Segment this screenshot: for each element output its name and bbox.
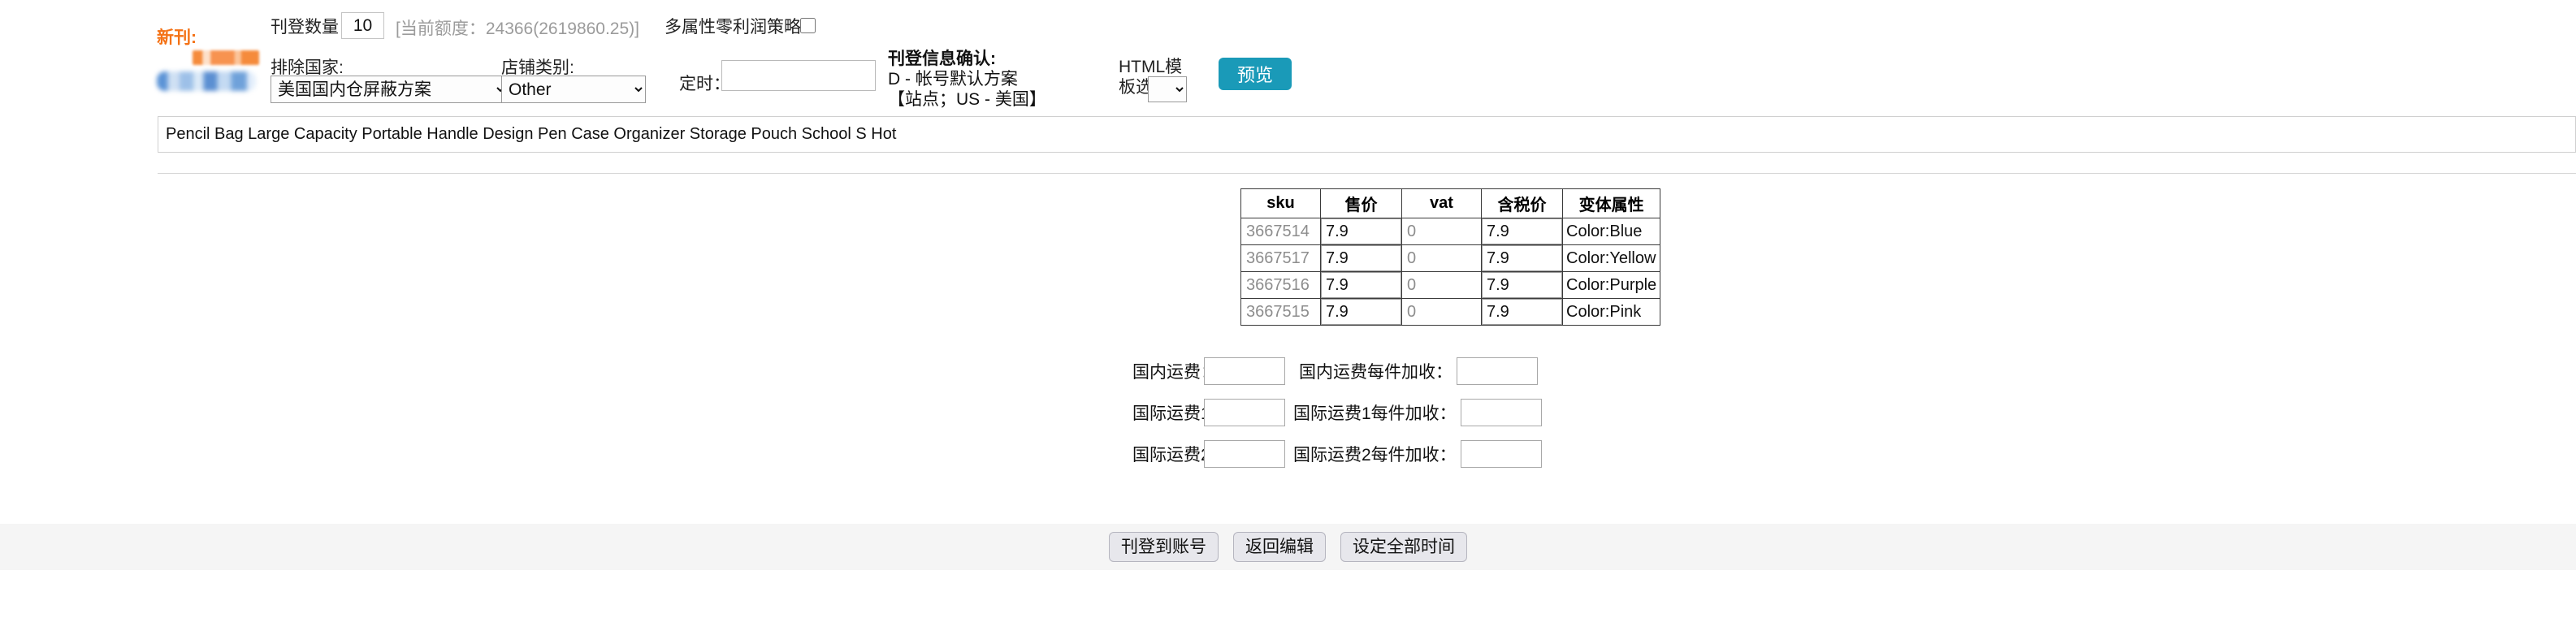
redacted-orange-bar xyxy=(193,50,259,65)
domestic-shipping-per-item-input[interactable] xyxy=(1457,357,1538,385)
variant-attr-text: Color:Yellow xyxy=(1566,248,1656,267)
international-shipping-1-row: 国际运费1： 国际运费1每件加收： xyxy=(1132,399,1542,426)
redacted-blue-badge xyxy=(157,71,256,91)
table-row: Color:Yellow xyxy=(1240,244,1661,272)
table-header-row: sku 售价 vat 含税价 变体属性 xyxy=(1240,188,1661,218)
international-shipping-1-per-item-label: 国际运费1每件加收： xyxy=(1293,404,1457,423)
cell-price[interactable] xyxy=(1320,298,1402,326)
price-input[interactable] xyxy=(1321,218,1401,244)
cell-variant-attr: Color:Pink xyxy=(1561,298,1661,326)
cell-tax-price[interactable] xyxy=(1481,244,1563,272)
cell-variant-attr: Color:Blue xyxy=(1561,218,1661,245)
tax-price-input[interactable] xyxy=(1482,299,1562,325)
exclude-country-select[interactable]: 美国国内仓屏蔽方案 xyxy=(271,76,508,103)
column-header-vat: vat xyxy=(1401,188,1482,218)
publish-info-confirm-block: 刊登信息确认: D - 帐号默认方案 【站点；US - 美国】 xyxy=(888,49,1091,110)
international-shipping-2-row: 国际运费2： 国际运费2每件加收： xyxy=(1132,440,1542,468)
product-title-input[interactable] xyxy=(158,116,2576,153)
cell-vat xyxy=(1401,244,1482,272)
publish-info-confirm-title: 刊登信息确认: xyxy=(888,50,996,68)
tax-price-input[interactable] xyxy=(1482,245,1562,271)
vat-value-input xyxy=(1402,272,1481,298)
cell-variant-attr: Color:Yellow xyxy=(1561,244,1661,272)
tax-price-input[interactable] xyxy=(1482,272,1562,298)
table-row: Color:Blue xyxy=(1240,218,1661,245)
cell-variant-attr: Color:Purple xyxy=(1561,271,1661,299)
cell-tax-price[interactable] xyxy=(1481,298,1563,326)
vat-value-input xyxy=(1402,299,1481,325)
footer-button-group: 刊登到账号 返回编辑 设定全部时间 xyxy=(0,524,2576,570)
domestic-shipping-input[interactable] xyxy=(1204,357,1285,385)
domestic-shipping-label: 国内运费： xyxy=(1132,363,1218,382)
set-all-time-button[interactable]: 设定全部时间 xyxy=(1340,531,1467,563)
table-row: Color:Purple xyxy=(1240,271,1661,299)
cell-tax-price[interactable] xyxy=(1481,271,1563,299)
column-header-price: 售价 xyxy=(1320,188,1402,218)
international-shipping-1-label: 国际运费1： xyxy=(1132,404,1227,423)
schedule-input[interactable] xyxy=(721,60,876,91)
multi-attribute-zero-profit-checkbox[interactable] xyxy=(800,18,816,33)
international-shipping-2-label: 国际运费2： xyxy=(1132,446,1227,465)
column-header-variant-attr: 变体属性 xyxy=(1561,188,1661,218)
variant-attr-text: Color:Purple xyxy=(1566,275,1657,294)
sku-value-input xyxy=(1241,299,1320,325)
multi-attribute-zero-profit-label: 多属性零利润策略 xyxy=(665,18,801,37)
international-shipping-2-per-item-label: 国际运费2每件加收： xyxy=(1293,446,1457,465)
sku-value-input xyxy=(1241,272,1320,298)
cell-price[interactable] xyxy=(1320,244,1402,272)
vat-value-input xyxy=(1402,245,1481,271)
cell-price[interactable] xyxy=(1320,218,1402,245)
cell-price[interactable] xyxy=(1320,271,1402,299)
price-input[interactable] xyxy=(1321,245,1401,271)
column-header-sku: sku xyxy=(1240,188,1321,218)
domestic-shipping-row: 国内运费： 国内运费每件加收： xyxy=(1132,357,1538,385)
shop-type-select[interactable]: Other xyxy=(501,76,646,103)
price-input[interactable] xyxy=(1321,299,1401,325)
current-quota-text: [当前额度：24366(2619860.25)] xyxy=(396,19,639,38)
table-row: Color:Pink xyxy=(1240,298,1661,326)
variant-attr-text: Color:Pink xyxy=(1566,302,1642,321)
column-header-tax-price: 含税价 xyxy=(1481,188,1563,218)
sku-price-table: sku 售价 vat 含税价 变体属性 Color:Blue Color:Yel… xyxy=(1240,188,1661,326)
cell-vat xyxy=(1401,298,1482,326)
international-shipping-2-input[interactable] xyxy=(1204,440,1285,468)
sku-value-input xyxy=(1241,245,1320,271)
cell-sku xyxy=(1240,218,1321,245)
publish-info-confirm-site: 【站点；US - 美国】 xyxy=(888,90,1046,109)
publish-quantity-input[interactable] xyxy=(341,12,384,39)
sku-value-input xyxy=(1241,218,1320,244)
domestic-shipping-per-item-label: 国内运费每件加收： xyxy=(1299,363,1453,382)
cell-sku xyxy=(1240,298,1321,326)
new-publish-label: 新刊: xyxy=(157,28,197,47)
preview-button[interactable]: 预览 xyxy=(1219,58,1292,90)
section-divider xyxy=(158,173,2576,174)
variant-attr-text: Color:Blue xyxy=(1566,222,1643,240)
cell-tax-price[interactable] xyxy=(1481,218,1563,245)
international-shipping-2-per-item-input[interactable] xyxy=(1460,440,1542,468)
price-input[interactable] xyxy=(1321,272,1401,298)
publish-info-confirm-scheme: D - 帐号默认方案 xyxy=(888,70,1018,89)
tax-price-input[interactable] xyxy=(1482,218,1562,244)
cell-sku xyxy=(1240,271,1321,299)
publish-to-account-button[interactable]: 刊登到账号 xyxy=(1109,531,1219,563)
cell-sku xyxy=(1240,244,1321,272)
international-shipping-1-per-item-input[interactable] xyxy=(1460,399,1542,426)
cell-vat xyxy=(1401,271,1482,299)
html-template-select[interactable] xyxy=(1148,76,1187,102)
cell-vat xyxy=(1401,218,1482,245)
vat-value-input xyxy=(1402,218,1481,244)
international-shipping-1-input[interactable] xyxy=(1204,399,1285,426)
back-to-edit-button[interactable]: 返回编辑 xyxy=(1233,531,1326,563)
